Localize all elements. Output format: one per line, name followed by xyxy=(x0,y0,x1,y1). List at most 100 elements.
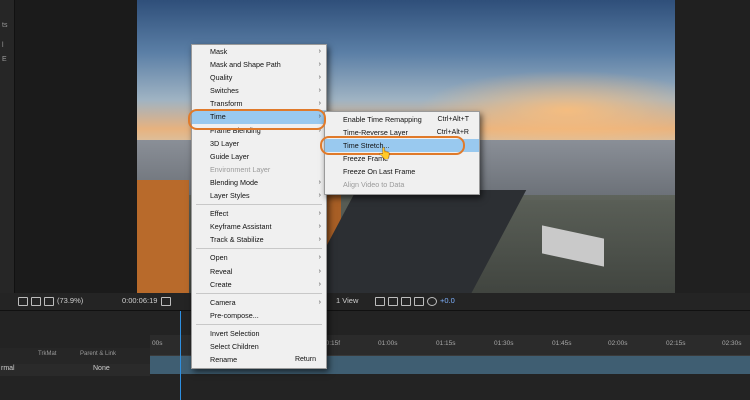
chevron-right-icon: › xyxy=(318,254,321,262)
layer-mode-label: rmal xyxy=(1,365,15,372)
menu-item-open[interactable]: Open › xyxy=(192,251,326,264)
left-strip-label: E xyxy=(2,56,7,63)
menu-item-label: Environment Layer xyxy=(210,164,271,174)
zoom-level[interactable]: (73.9%) xyxy=(57,296,83,305)
menu-item-label: Camera xyxy=(210,297,236,307)
chevron-right-icon: › xyxy=(318,236,321,244)
menu-shortcut: Return xyxy=(294,356,316,364)
menu-separator xyxy=(196,292,322,294)
menu-item-3d-layer[interactable]: 3D Layer xyxy=(192,137,326,150)
annotation-ring-time-stretch xyxy=(320,136,465,155)
menu-item-label: 3D Layer xyxy=(210,138,240,148)
menu-item-mask-and-shape-path[interactable]: Mask and Shape Path › xyxy=(192,58,326,71)
chevron-right-icon: › xyxy=(318,87,321,95)
menu-item-label: Layer Styles xyxy=(210,191,250,201)
timecode[interactable]: 0:00:06:19 xyxy=(122,296,157,305)
menu-separator xyxy=(196,248,322,250)
timeline-panel: 00s 00:15f 01:00s 01:15s 01:30s 01:45s 0… xyxy=(0,311,750,400)
menu-item-label: Mask and Shape Path xyxy=(210,60,281,70)
menu-item-keyframe-assistant[interactable]: Keyframe Assistant › xyxy=(192,220,326,233)
menu-item-camera[interactable]: Camera › xyxy=(192,296,326,309)
menu-item-rename[interactable]: Rename Return xyxy=(192,353,326,366)
chevron-right-icon: › xyxy=(318,280,321,288)
menu-item-switches[interactable]: Switches › xyxy=(192,84,326,97)
chevron-right-icon: › xyxy=(318,210,321,218)
chevron-right-icon: › xyxy=(318,61,321,69)
ruler-tick: 00s xyxy=(152,340,163,347)
menu-item-label: Create xyxy=(210,279,232,289)
menu-item-label: Freeze On Last Frame xyxy=(343,167,416,177)
toggle-icon[interactable] xyxy=(375,297,385,306)
chevron-right-icon: › xyxy=(318,298,321,306)
menu-item-reveal[interactable]: Reveal › xyxy=(192,265,326,278)
layer-column-headers: TrkMat Parent & Link xyxy=(0,348,150,364)
menu-item-select-children[interactable]: Select Children xyxy=(192,340,326,353)
chevron-right-icon: › xyxy=(318,178,321,186)
menu-item-blending-mode[interactable]: Blending Mode › xyxy=(192,176,326,189)
menu-item-freeze-on-last-frame[interactable]: Freeze On Last Frame xyxy=(325,165,479,178)
menu-item-create[interactable]: Create › xyxy=(192,278,326,291)
menu-item-align-video-to-data: Align Video to Data xyxy=(325,178,479,191)
menu-item-guide-layer[interactable]: Guide Layer xyxy=(192,150,326,163)
chevron-right-icon: › xyxy=(318,267,321,275)
menu-item-label: Blending Mode xyxy=(210,177,258,187)
chevron-right-icon: › xyxy=(318,48,321,55)
trkmat-header: TrkMat xyxy=(38,351,57,357)
menu-item-mask[interactable]: Mask › xyxy=(192,45,326,58)
chevron-right-icon: › xyxy=(318,74,321,82)
ruler-tick: 01:00s xyxy=(378,340,398,347)
menu-item-label: Enable Time Remapping xyxy=(343,115,422,124)
menu-item-enable-time-remapping[interactable]: Enable Time Remapping Ctrl+Alt+T xyxy=(325,113,479,126)
parent-select[interactable]: None xyxy=(93,365,110,372)
ruler-tick: 01:30s xyxy=(494,340,514,347)
menu-item-label: Track & Stabilize xyxy=(210,235,264,245)
menu-separator xyxy=(196,323,322,325)
chevron-right-icon: › xyxy=(318,192,321,200)
menu-item-label: Select Children xyxy=(210,341,259,351)
fast-preview-icon[interactable] xyxy=(388,297,398,306)
menu-item-label: Align Video to Data xyxy=(343,180,405,190)
view-layout-select[interactable]: 1 View xyxy=(336,296,358,305)
ruler-tick: 02:15s xyxy=(666,340,686,347)
left-panel-strip: ts l E xyxy=(0,0,15,300)
grid-icon[interactable] xyxy=(44,297,54,306)
exposure-offset[interactable]: +0.0 xyxy=(440,296,455,305)
menu-item-environment-layer: Environment Layer xyxy=(192,163,326,176)
camera-snapshot-icon[interactable] xyxy=(161,297,171,306)
left-strip-label: ts xyxy=(2,22,8,29)
menu-item-effect[interactable]: Effect › xyxy=(192,207,326,220)
menu-item-label: Keyframe Assistant xyxy=(210,222,272,232)
gear-icon[interactable] xyxy=(427,297,437,306)
ruler-tick: 02:00s xyxy=(608,340,628,347)
menu-item-label: Invert Selection xyxy=(210,328,260,338)
transparency-grid-icon[interactable] xyxy=(401,297,411,306)
right-panel xyxy=(675,0,750,293)
menu-item-label: Guide Layer xyxy=(210,151,250,161)
mouse-pointer-icon: 👆 xyxy=(378,148,392,160)
menu-item-label: Quality xyxy=(210,73,233,83)
safe-zone-icon[interactable] xyxy=(31,297,41,306)
draft-3d-icon[interactable] xyxy=(414,297,424,306)
menu-item-label: Transform xyxy=(210,99,243,109)
menu-item-invert-selection[interactable]: Invert Selection xyxy=(192,327,326,340)
orange-building xyxy=(137,180,189,293)
playhead[interactable] xyxy=(180,311,181,400)
chevron-right-icon: › xyxy=(318,223,321,231)
menu-item-quality[interactable]: Quality › xyxy=(192,71,326,84)
ruler-tick: 01:45s xyxy=(552,340,572,347)
menu-item-label: Reveal xyxy=(210,266,233,276)
ruler-tick: 02:30s xyxy=(722,340,742,347)
menu-item-label: Rename xyxy=(210,355,238,365)
menu-separator xyxy=(196,204,322,206)
menu-item-track-stabilize[interactable]: Track & Stabilize › xyxy=(192,233,326,246)
menu-item-layer-styles[interactable]: Layer Styles › xyxy=(192,189,326,202)
menu-shortcut: Ctrl+Alt+T xyxy=(437,116,469,123)
menu-item-label: Switches xyxy=(210,86,239,96)
viewer-toolbar: (73.9%) 0:00:06:19 1 View +0.0 xyxy=(0,293,750,311)
monitor-icon[interactable] xyxy=(18,297,28,306)
parent-link-header: Parent & Link xyxy=(80,351,117,357)
menu-item-pre-compose[interactable]: Pre-compose... xyxy=(192,309,326,322)
menu-item-label: Open xyxy=(210,253,228,263)
menu-item-label: Effect xyxy=(210,209,229,219)
layer-row[interactable]: rmal None xyxy=(0,364,150,376)
